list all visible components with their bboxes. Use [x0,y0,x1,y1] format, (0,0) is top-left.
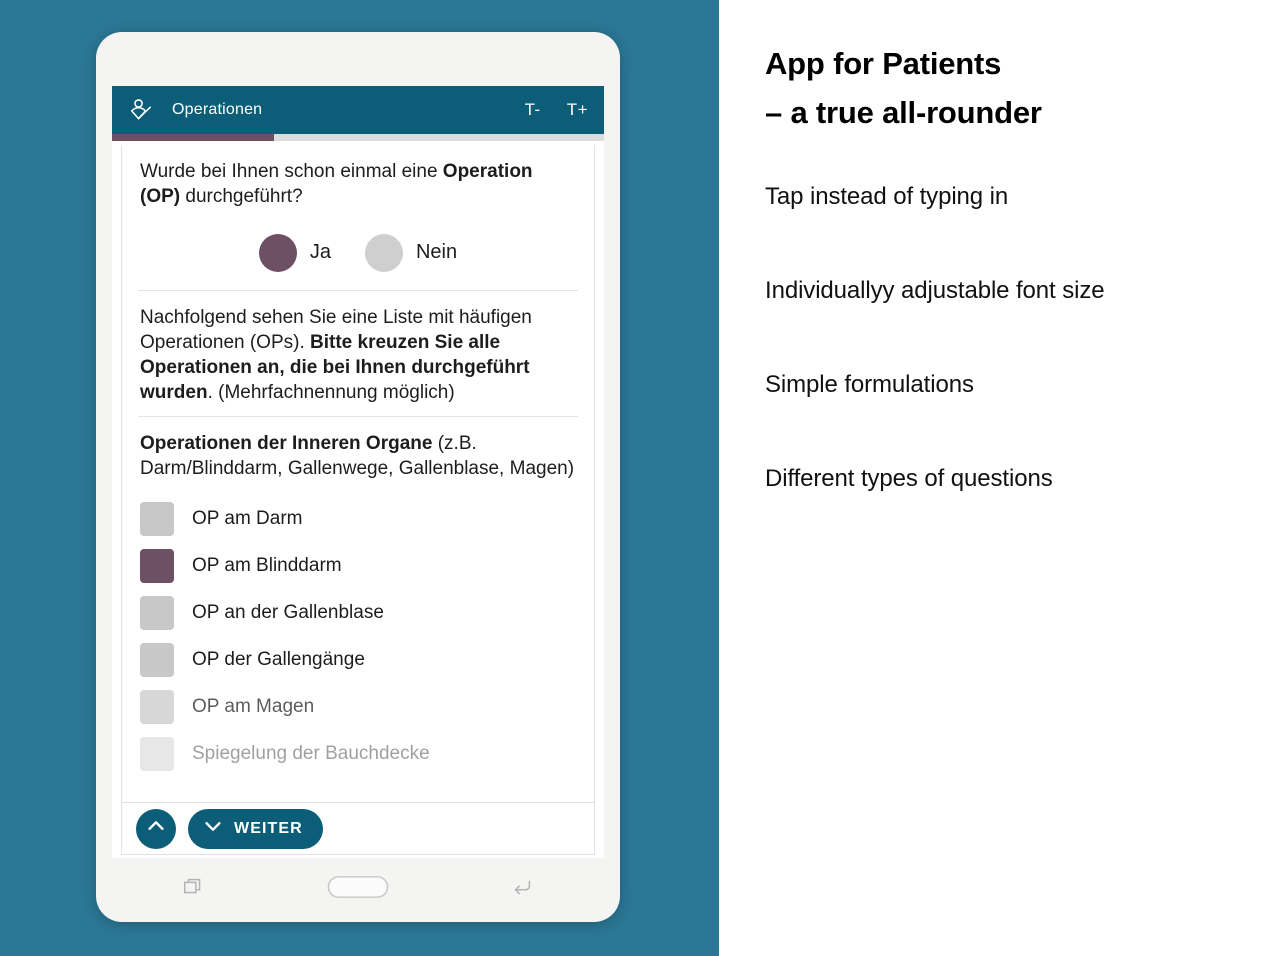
feature-bullet: Different types of questions [765,465,1053,492]
questionnaire-progress-fill [112,134,275,141]
radio-dot-nein[interactable] [364,233,403,272]
feature-bullet-list: Tap instead of typing in Individuallyy ad… [765,182,1265,558]
checkbox-label: Spiegelung der Bauchdecke [192,742,430,764]
checkbox-label: OP am Magen [192,695,315,717]
tablet-screen: Operationen T- T+ Wurde bei Ihnen schon … [112,86,604,858]
checkbox-unchecked-icon[interactable] [140,642,174,677]
question-text: Wurde bei Ihnen schon einmal eine Operat… [140,159,576,210]
instructions-text: Nachfolgend sehen Sie eine Liste mit häu… [140,305,576,406]
questionnaire-progress-bar [112,134,604,141]
checkbox-unchecked-icon[interactable] [140,501,174,536]
tablet-device-mockup: Operationen T- T+ Wurde bei Ihnen schon … [96,32,620,922]
questionnaire-content-card: Wurde bei Ihnen schon einmal eine Operat… [121,145,595,803]
radio-label-nein: Nein [415,241,458,264]
instructions-text-part-2: . (Mehrfachnennung möglich) [207,382,455,404]
page-title: App for Patients – a true all-rounder [765,40,1265,138]
android-navigation-bar [112,858,604,920]
next-button-label: WEITER [234,819,303,837]
screen-body: Wurde bei Ihnen schon einmal eine Operat… [112,141,604,858]
checkbox-row[interactable]: OP am Blinddarm [140,542,576,589]
checkbox-row[interactable]: OP an der Gallenblase [140,589,576,636]
radio-label-ja: Ja [309,241,331,264]
idana-person-check-icon [128,97,154,123]
app-title: Operationen [172,101,263,118]
radio-option-nein[interactable]: Nein [364,233,458,272]
checkbox-row[interactable]: Spiegelung der Bauchdecke [140,730,576,777]
checkbox-label: OP am Blinddarm [192,554,342,576]
checkbox-list: OP am Darm OP am Blinddarm OP an der Galle… [122,491,594,777]
group-heading-section: Operationen der Inneren Organe (z.B. Dar… [122,417,594,492]
checkbox-row[interactable]: OP der Gallengänge [140,636,576,683]
group-heading: Operationen der Inneren Organe (z.B. Dar… [140,431,576,482]
checkbox-label: OP am Darm [192,507,303,529]
home-pill-icon [327,874,389,905]
group-heading-part-0: Operationen der Inneren Organe [140,432,433,454]
checkbox-checked-icon[interactable] [140,548,174,583]
font-increase-button[interactable]: T+ [567,100,588,120]
yes-no-radio-group: Ja Nein [122,220,594,290]
next-button[interactable]: WEITER [188,808,323,849]
headline-line-2: – a true all-rounder [765,94,1042,130]
right-content-panel: App for Patients – a true all-rounder Ta… [719,0,1280,956]
radio-dot-ja[interactable] [258,233,297,272]
checkbox-row[interactable]: OP am Magen [140,683,576,730]
headline-line-1: App for Patients [765,46,1002,81]
question-text-part-2: durchgeführt? [180,186,303,208]
radio-option-ja[interactable]: Ja [258,233,331,272]
recent-apps-icon [182,875,206,904]
checkbox-row[interactable]: OP am Darm [140,495,576,542]
feature-bullet: Simple formulations [765,371,974,398]
feature-bullet: Individuallyy adjustable font size [765,277,1105,304]
checkbox-label: OP an der Gallenblase [192,601,384,623]
checkbox-label: OP der Gallengänge [192,648,365,670]
app-bar: Operationen T- T+ [112,86,604,134]
checkbox-unchecked-icon[interactable] [140,689,174,724]
checkbox-unchecked-icon[interactable] [140,736,174,771]
scroll-up-button[interactable] [136,808,176,849]
nav-recent-apps-button[interactable] [112,875,276,904]
nav-home-button[interactable] [276,874,440,905]
feature-bullet: Tap instead of typing in [765,183,1009,210]
chevron-up-icon [145,815,167,842]
tablet-top-bezel [96,32,620,86]
chevron-down-icon [202,815,224,842]
navigation-button-bar: WEITER [121,803,595,855]
nav-back-button[interactable] [440,875,604,904]
back-arrow-icon [510,875,534,904]
question-text-part-0: Wurde bei Ihnen schon einmal eine [140,161,443,182]
instructions-section: Nachfolgend sehen Sie eine Liste mit häu… [122,291,594,416]
font-decrease-button[interactable]: T- [525,100,541,120]
question-section: Wurde bei Ihnen schon einmal eine Operat… [122,145,594,220]
checkbox-unchecked-icon[interactable] [140,595,174,630]
